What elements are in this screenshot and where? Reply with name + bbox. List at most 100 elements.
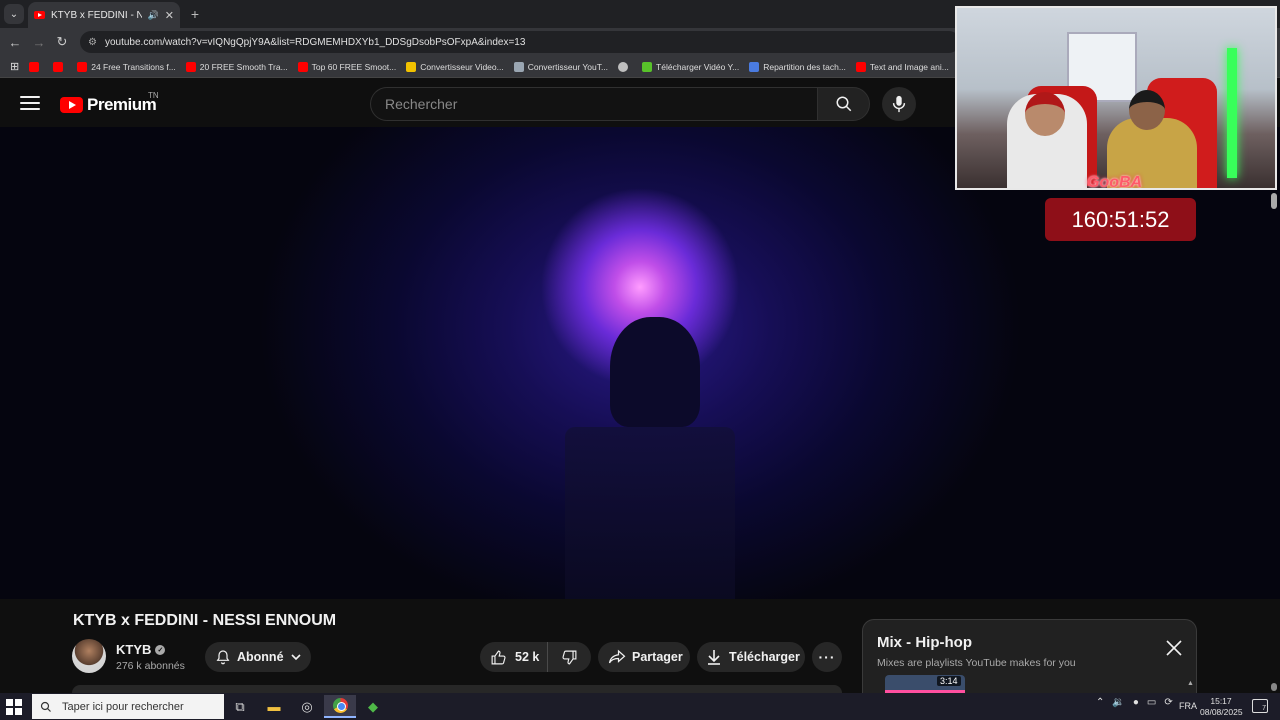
page-scrollbar-thumb[interactable] [1271, 193, 1277, 209]
forward-arrow-icon[interactable]: → [30, 33, 48, 51]
bookmark-favicon-icon [642, 61, 653, 72]
bookmark-favicon-icon [53, 61, 64, 72]
video-silhouette-head [610, 317, 700, 427]
description-box[interactable] [72, 685, 842, 693]
search-icon [40, 701, 51, 712]
bookmark-favicon-icon [29, 61, 40, 72]
webcam-person-head [1025, 92, 1065, 136]
dislike-button[interactable] [548, 649, 591, 666]
bookmark-item[interactable]: 24 Free Transitions f... [77, 61, 176, 72]
youtube-play-icon [60, 97, 83, 113]
bell-icon [216, 650, 230, 665]
bookmark-favicon-icon [77, 61, 88, 72]
browser-tab-active[interactable]: KTYB x FEDDINI - NESSI EN 🔊 ✕ [28, 2, 180, 28]
share-label: Partager [632, 650, 683, 664]
bookmark-favicon-icon [855, 61, 866, 72]
speaker-icon[interactable]: 🔉 [1112, 697, 1124, 708]
globe-icon [618, 61, 629, 72]
search-button[interactable] [817, 87, 870, 121]
like-dislike-group: 52 k [480, 642, 591, 672]
page-scrollbar-end[interactable] [1271, 683, 1277, 691]
microphone-icon[interactable]: ● [1133, 697, 1139, 708]
subscribed-button[interactable]: Abonné [205, 642, 311, 672]
channel-name-link[interactable]: KTYB ✓ [116, 642, 166, 657]
thumbs-up-icon [491, 650, 506, 664]
subscribed-label: Abonné [237, 650, 284, 664]
windows-start-icon[interactable] [6, 699, 22, 715]
country-code: TN [148, 91, 159, 100]
bookmark-item[interactable] [29, 61, 43, 72]
microphone-icon [892, 95, 906, 113]
bookmark-favicon-icon [406, 61, 417, 72]
mix-playlist-panel: Mix - Hip-hop Mixes are playlists YouTub… [862, 619, 1197, 693]
like-button[interactable]: 52 k [480, 642, 548, 672]
tray-overflow-chevron-icon[interactable]: ⌃ [1096, 697, 1104, 708]
mix-subtitle: Mixes are playlists YouTube makes for yo… [877, 657, 1076, 669]
bookmark-favicon-icon [297, 61, 308, 72]
file-explorer-icon[interactable]: ▬ [258, 695, 290, 718]
input-language[interactable]: FRA [1179, 701, 1197, 711]
streamer-tag: GooBA [1087, 174, 1143, 190]
search-icon [836, 96, 851, 112]
chrome-icon [332, 698, 348, 713]
url-text: youtube.com/watch?v=vIQNgQpjY9A&list=RDG… [104, 36, 526, 48]
like-count: 52 k [515, 650, 540, 664]
menu-icon[interactable] [20, 93, 40, 113]
new-tab-button[interactable]: + [186, 5, 204, 23]
channel-avatar[interactable] [72, 639, 106, 673]
app-icon[interactable]: ◎ [291, 695, 323, 718]
site-info-icon[interactable]: ⚙ [88, 37, 97, 48]
app-layers-icon[interactable]: ◆ [357, 695, 389, 718]
video-silhouette-body [565, 427, 735, 599]
bookmark-item[interactable]: Convertisseur Video... [406, 61, 504, 72]
thumbs-down-icon [562, 650, 577, 664]
bookmark-item[interactable]: Text and Image ani... [855, 61, 949, 72]
voice-search-button[interactable] [882, 87, 916, 121]
bookmark-item[interactable] [53, 61, 67, 72]
download-icon [708, 650, 720, 665]
bookmark-item[interactable]: Télécharger Vidéo Y... [642, 61, 739, 72]
taskbar-clock[interactable]: 15:17 08/08/2025 [1200, 696, 1243, 718]
youtube-logo[interactable]: Premium [60, 95, 157, 115]
back-arrow-icon[interactable]: ← [6, 33, 24, 51]
task-view-icon[interactable]: ⧉ [224, 695, 256, 718]
apps-grid-icon[interactable]: ⊞ [10, 60, 19, 73]
webcam-neon-light [1227, 48, 1237, 178]
chrome-taskbar-button[interactable] [324, 695, 356, 718]
clock-date: 08/08/2025 [1200, 707, 1243, 717]
verified-badge-icon: ✓ [155, 644, 166, 655]
download-button[interactable]: Télécharger [697, 642, 805, 672]
system-tray: ⌃ 🔉 ● ▭ ⟳ [1096, 697, 1173, 708]
download-label: Télécharger [729, 650, 800, 664]
speaker-icon[interactable]: 🔊 [148, 10, 159, 21]
panel-scroll-up-icon[interactable]: ▲ [1187, 680, 1194, 687]
sync-icon[interactable]: ⟳ [1164, 697, 1172, 708]
bookmark-item[interactable]: Convertisseur YouT... [513, 61, 608, 72]
share-button[interactable]: Partager [598, 642, 690, 672]
stream-timer: 160:51:52 [1045, 198, 1196, 241]
close-icon[interactable] [1165, 639, 1183, 657]
subscriber-count: 276 k abonnés [116, 660, 185, 672]
notification-center-icon[interactable]: 7 [1252, 699, 1268, 713]
mix-title: Mix - Hip-hop [877, 634, 972, 651]
webcam-overlay: GooBA [955, 6, 1277, 190]
close-tab-icon[interactable]: ✕ [165, 9, 174, 22]
network-icon[interactable]: ▭ [1147, 697, 1156, 708]
bookmark-item[interactable] [618, 61, 632, 72]
more-actions-button[interactable]: ··· [812, 642, 842, 672]
channel-name: KTYB [116, 642, 152, 657]
bookmark-item[interactable]: 20 FREE Smooth Tra... [185, 61, 288, 72]
taskbar-search-input[interactable]: Taper ici pour rechercher [32, 694, 224, 719]
mix-item-duration: 3:14 [937, 676, 961, 686]
search-input[interactable]: Rechercher [370, 87, 817, 121]
taskbar-search-placeholder: Taper ici pour rechercher [62, 700, 184, 713]
share-arrow-icon [608, 649, 626, 664]
reload-icon[interactable]: ↻ [53, 33, 71, 51]
tab-search-button[interactable]: ⌄ [4, 4, 24, 24]
address-bar[interactable]: ⚙ youtube.com/watch?v=vIQNgQpjY9A&list=R… [80, 31, 960, 53]
bookmark-item[interactable]: Repartition des tach... [749, 61, 846, 72]
video-title: KTYB x FEDDINI - NESSI ENNOUM [73, 612, 337, 629]
bookmark-item[interactable]: Top 60 FREE Smoot... [297, 61, 396, 72]
logo-text: Premium [87, 95, 157, 114]
chevron-down-icon [290, 654, 301, 661]
